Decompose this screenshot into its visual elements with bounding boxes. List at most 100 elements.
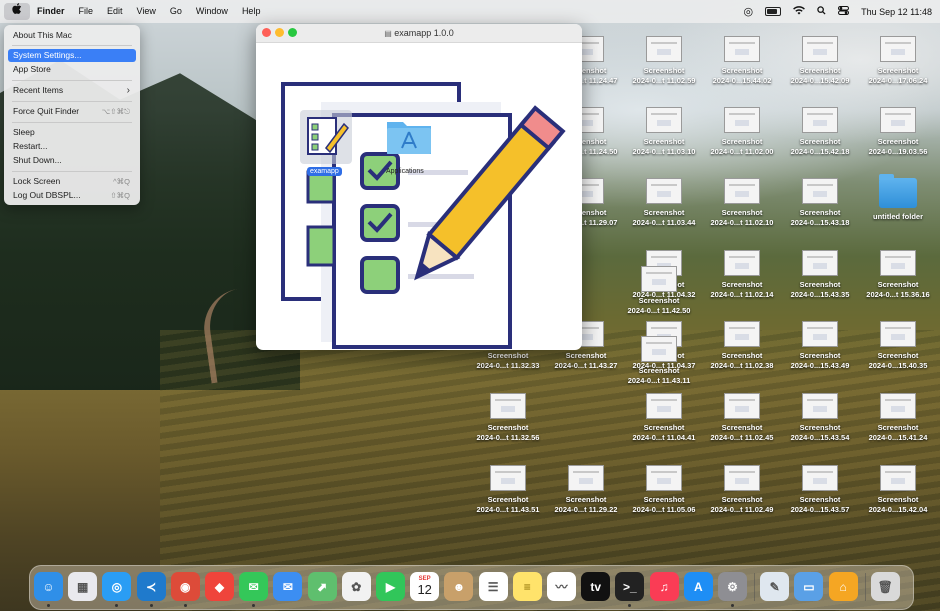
photos-icon[interactable]: ✿ <box>341 572 371 601</box>
menu-item-label: Recent Items <box>13 85 64 95</box>
anydesk-icon[interactable]: ◆ <box>205 572 234 601</box>
desktop-screenshot-file[interactable]: Screenshot 2024-0...t 11.02.10 <box>710 178 774 227</box>
launchpad-icon[interactable]: ▦ <box>68 572 98 601</box>
menu-go[interactable]: Go <box>163 0 189 23</box>
menu-item-label: Lock Screen <box>13 176 61 186</box>
contacts-icon[interactable]: ☻ <box>444 572 474 601</box>
desktop-screenshot-file[interactable]: Screenshot 2024-0...t 11.43.11 <box>627 336 691 385</box>
file-name-line-1: Screenshot <box>565 351 607 360</box>
appstore-icon[interactable]: A <box>683 572 713 601</box>
desktop-screenshot-file[interactable]: Screenshot 2024-0...15.43.35 <box>788 250 852 299</box>
desktop-screenshot-file[interactable]: Screenshot 2024-0...t 11.02.45 <box>710 393 774 442</box>
desktop-screenshot-file[interactable]: Screenshot 2024-0...17.06.24 <box>866 36 930 85</box>
calendar-icon[interactable]: SEP 12 <box>410 572 440 601</box>
finder-icon[interactable]: ☺ <box>34 572 63 601</box>
examapp-app-icon[interactable] <box>300 110 352 164</box>
desktop-screenshot-file[interactable]: Screenshot 2024-0...t 11.03.44 <box>632 178 696 227</box>
mail-icon[interactable]: ✉ <box>273 572 303 601</box>
desktop-screenshot-file[interactable]: Screenshot 2024-0...15.41.24 <box>866 393 930 442</box>
vscode-icon[interactable]: ≺ <box>136 572 166 601</box>
trash-glyph: 🗑 <box>877 579 893 594</box>
music-icon[interactable]: ♫ <box>649 572 679 601</box>
terminal-glyph: >_ <box>623 579 637 594</box>
wifi-icon[interactable] <box>793 6 806 17</box>
desktop-screenshot-file[interactable]: Screenshot 2024-0...15.43.57 <box>788 465 852 514</box>
file-name-line-1: Screenshot <box>487 495 529 504</box>
menu-item-log-out[interactable]: Log Out DBSPL... ⇧⌘Q <box>8 189 136 202</box>
desktop-screenshot-file[interactable]: Screenshot 2024-0...t 11.04.41 <box>632 393 696 442</box>
menu-item-restart[interactable]: Restart... <box>8 140 136 153</box>
safari-icon[interactable]: ◎ <box>102 572 132 601</box>
home-icon[interactable]: ⌂ <box>828 572 858 601</box>
desktop-screenshot-file[interactable]: Screenshot 2024-0...t 15.36.16 <box>866 250 930 299</box>
creative-cloud-icon[interactable]: ◎ <box>744 5 754 18</box>
menu-file[interactable]: File <box>72 0 101 23</box>
desktop-screenshot-file[interactable]: Screenshot 2024-0...15.42.18 <box>788 107 852 156</box>
menu-item-label: Sleep <box>13 127 35 137</box>
applications-folder-icon[interactable] <box>385 116 433 161</box>
menu-help[interactable]: Help <box>235 0 268 23</box>
menu-item-about-this-mac[interactable]: About This Mac <box>8 29 136 42</box>
file-name-line-1: Screenshot <box>799 66 841 75</box>
appletv-icon[interactable]: tv <box>581 572 611 601</box>
desktop-screenshot-file[interactable]: Screenshot 2024-0...t 11.02.14 <box>710 250 774 299</box>
desktop-screenshot-file[interactable]: Screenshot 2024-0...15.43.49 <box>788 321 852 370</box>
desktop-screenshot-file[interactable]: Screenshot 2024-0...15.42.04 <box>866 465 930 514</box>
desktop-screenshot-file[interactable]: Screenshot 2024-0...t 11.05.06 <box>632 465 696 514</box>
menu-item-label: Shut Down... <box>13 155 62 165</box>
menu-view[interactable]: View <box>130 0 163 23</box>
menu-item-system-settings[interactable]: System Settings... <box>8 49 136 62</box>
desktop-screenshot-file[interactable]: Screenshot 2024-0...t 11.02.49 <box>710 465 774 514</box>
desktop-screenshot-file[interactable]: Screenshot 2024-0...t 11.02.38 <box>710 321 774 370</box>
desktop-screenshot-file[interactable]: Screenshot 2024-0...t 11.32.56 <box>476 393 540 442</box>
file-name-line-2: 2024-0...19.03.56 <box>868 146 928 156</box>
desktop-screenshot-file[interactable]: Screenshot 2024-0...t 11.03.10 <box>632 107 696 156</box>
menu-item-recent-items[interactable]: Recent Items › <box>8 84 136 97</box>
desktop-screenshot-file[interactable]: Screenshot 2024-0...t 11.42.50 <box>627 266 691 315</box>
menu-item-sleep[interactable]: Sleep <box>8 126 136 139</box>
file-name-line-1: Screenshot <box>643 66 685 75</box>
preview-icon[interactable]: ✎ <box>760 572 790 601</box>
reminders-icon[interactable]: ☰ <box>478 572 508 601</box>
desktop-screenshot-file[interactable]: Screenshot 2024-0...15.43.18 <box>788 178 852 227</box>
desktop-screenshot-file[interactable]: Screenshot 2024-0...15.44.02 <box>710 36 774 85</box>
window-titlebar[interactable]: ▤ examapp 1.0.0 <box>256 24 582 43</box>
desktop-screenshot-file[interactable]: Screenshot 2024-0...15.43.54 <box>788 393 852 442</box>
desktop-screenshot-file[interactable]: Screenshot 2024-0...15.42.09 <box>788 36 852 85</box>
menu-clock[interactable]: Thu Sep 12 11:48 <box>861 7 932 17</box>
battery-icon[interactable] <box>765 7 782 16</box>
file-name-line-2: 2024-0...15.43.35 <box>790 289 850 299</box>
desktop-screenshot-file[interactable]: Screenshot 2024-0...t 11.29.22 <box>554 465 618 514</box>
chrome-icon[interactable]: ◉ <box>170 572 200 601</box>
menu-item-shut-down[interactable]: Shut Down... <box>8 154 136 167</box>
menu-item-force-quit[interactable]: Force Quit Finder ⌥⇧⌘⎋ <box>8 105 136 118</box>
menu-item-lock-screen[interactable]: Lock Screen ^⌘Q <box>8 175 136 188</box>
facetime-icon[interactable]: ▶ <box>376 572 405 601</box>
screenshot-thumbnail-icon <box>880 321 916 347</box>
menu-separator <box>12 171 132 172</box>
notes-icon[interactable]: ≡ <box>512 572 542 601</box>
system-settings-icon[interactable]: ⚙ <box>718 572 747 601</box>
desktop-screenshot-file[interactable]: Screenshot 2024-0...t 11.02.59 <box>632 36 696 85</box>
desktop-folder[interactable]: untitled folder <box>866 174 930 222</box>
menu-shortcut: ⇧⌘Q <box>110 191 130 200</box>
menu-finder[interactable]: Finder <box>30 0 72 23</box>
menu-item-app-store[interactable]: App Store <box>8 63 136 76</box>
menu-window[interactable]: Window <box>189 0 235 23</box>
file-name-line-1: Screenshot <box>877 280 919 289</box>
maps-icon[interactable]: ⬈ <box>307 572 337 601</box>
desktop-screenshot-file[interactable]: Screenshot 2024-0...t 11.43.51 <box>476 465 540 514</box>
menu-edit[interactable]: Edit <box>100 0 130 23</box>
spotlight-search-icon[interactable] <box>817 6 826 17</box>
freeform-icon[interactable]: 〰 <box>547 572 576 601</box>
trash-icon[interactable]: 🗑 <box>870 572 900 601</box>
terminal-icon[interactable]: >_ <box>615 572 645 601</box>
apple-menu-button[interactable] <box>4 3 30 20</box>
control-center-icon[interactable] <box>838 6 850 17</box>
screensharing-glyph: ▭ <box>803 579 815 594</box>
messages-icon[interactable]: ✉ <box>239 572 269 601</box>
desktop-screenshot-file[interactable]: Screenshot 2024-0...t 11.02.00 <box>710 107 774 156</box>
screensharing-icon[interactable]: ▭ <box>794 572 824 601</box>
desktop-screenshot-file[interactable]: Screenshot 2024-0...19.03.56 <box>866 107 930 156</box>
desktop-screenshot-file[interactable]: Screenshot 2024-0...15.40.35 <box>866 321 930 370</box>
